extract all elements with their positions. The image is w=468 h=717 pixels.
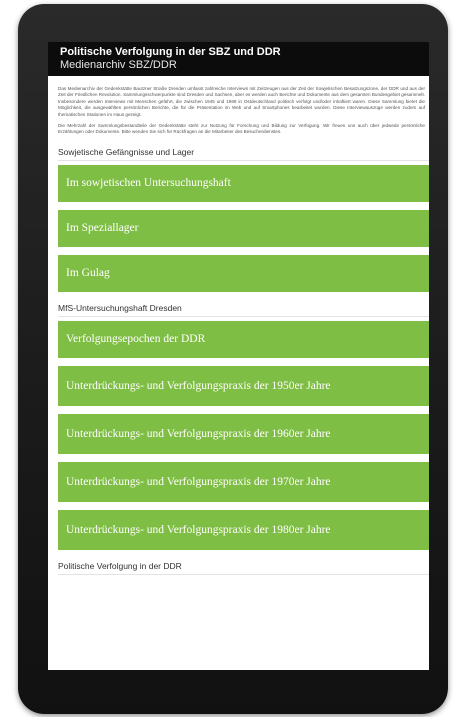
- section-heading: MfS-Untersuchungshaft Dresden: [58, 300, 429, 317]
- section-heading: Sowjetische Gefängnisse und Lager: [58, 144, 429, 161]
- section-heading: Politische Verfolgung in der DDR: [58, 558, 429, 575]
- nav-button-gulag[interactable]: Im Gulag: [58, 254, 429, 292]
- intro-paragraph: Die Mehrzahl der Sammlungsbestandteile d…: [58, 123, 425, 135]
- nav-button-1980s[interactable]: Unterdrückungs- und Verfolgungspraxis de…: [58, 509, 429, 550]
- page-title: Politische Verfolgung in der SBZ und DDR: [60, 46, 281, 58]
- nav-button-1950s[interactable]: Unterdrückungs- und Verfolgungspraxis de…: [58, 365, 429, 406]
- nav-button-persecution-epochs[interactable]: Verfolgungsepochen der DDR: [58, 320, 429, 358]
- page-subtitle: Medienarchiv SBZ/DDR: [60, 59, 177, 71]
- intro-text: Das Medienarchiv der Gedenkstätte Bautzn…: [58, 86, 429, 136]
- app-titlebar: Politische Verfolgung in der SBZ und DDR…: [48, 42, 429, 76]
- nav-button-1960s[interactable]: Unterdrückungs- und Verfolgungspraxis de…: [58, 413, 429, 454]
- tablet-screen: Politische Verfolgung in der SBZ und DDR…: [48, 42, 429, 670]
- nav-button-soviet-detention[interactable]: Im sowjetischen Untersuchungshaft: [58, 164, 429, 202]
- intro-paragraph: Das Medienarchiv der Gedenkstätte Bautzn…: [58, 86, 425, 117]
- nav-button-1970s[interactable]: Unterdrückungs- und Verfolgungspraxis de…: [58, 461, 429, 502]
- nav-button-special-camp[interactable]: Im Speziallager: [58, 209, 429, 247]
- photo-stage: Politische Verfolgung in der SBZ und DDR…: [0, 0, 468, 717]
- main-content[interactable]: Das Medienarchiv der Gedenkstätte Bautzn…: [48, 86, 429, 575]
